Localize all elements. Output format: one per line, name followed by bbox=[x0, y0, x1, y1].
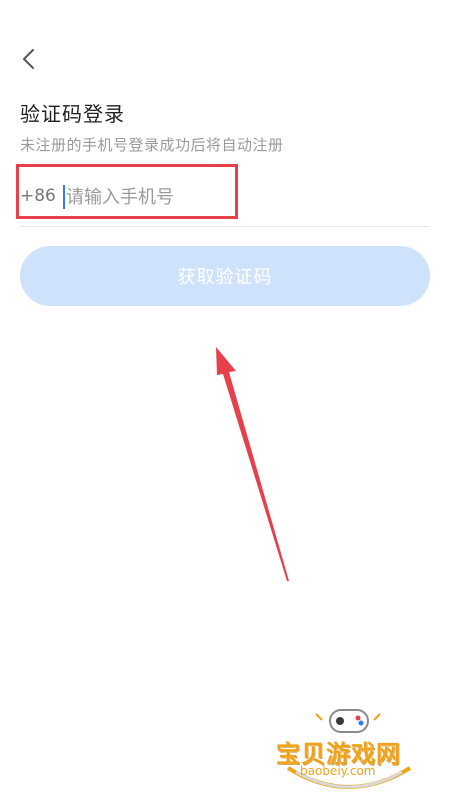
phone-input[interactable] bbox=[66, 180, 366, 214]
back-button[interactable] bbox=[14, 44, 44, 74]
chevron-left-icon bbox=[23, 49, 34, 69]
text-caret bbox=[63, 185, 65, 209]
country-code[interactable]: +86 bbox=[20, 186, 56, 206]
watermark-logo: 宝贝游戏网 baobeiy.com bbox=[268, 706, 430, 796]
phone-input-row: +86 bbox=[20, 168, 430, 227]
page-title: 验证码登录 bbox=[20, 102, 125, 126]
page-subtitle: 未注册的手机号登录成功后将自动注册 bbox=[20, 136, 284, 154]
get-code-button[interactable]: 获取验证码 bbox=[20, 246, 430, 306]
gamepad-icon bbox=[329, 709, 369, 733]
watermark-domain: baobeiy.com bbox=[300, 764, 376, 778]
